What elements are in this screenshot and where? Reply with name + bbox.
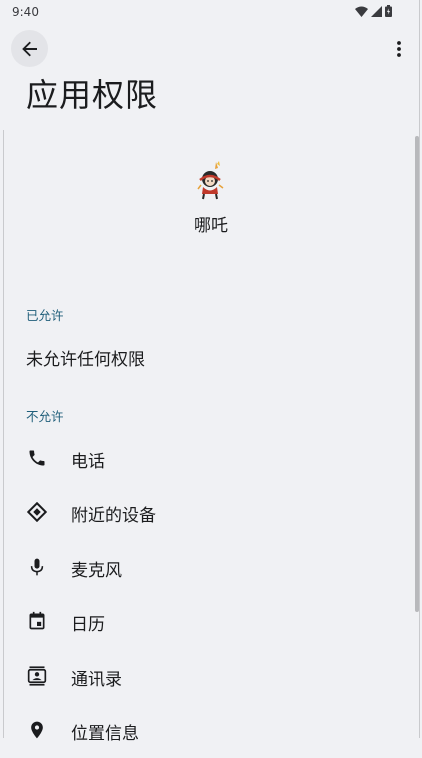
permission-label: 电话	[71, 452, 105, 472]
nearby-devices-icon	[26, 501, 48, 523]
phone-icon	[26, 447, 48, 469]
permission-label: 附近的设备	[71, 506, 156, 526]
permission-item-nearby-devices[interactable]: 附近的设备	[0, 486, 414, 540]
contacts-icon	[26, 665, 48, 687]
app-icon	[197, 161, 224, 200]
wifi-icon	[355, 6, 368, 17]
status-time: 9:40	[12, 5, 39, 19]
cell-signal-icon	[371, 5, 382, 17]
calendar-icon	[26, 610, 48, 632]
permission-item-microphone[interactable]: 麦克风	[0, 541, 414, 595]
permission-item-phone[interactable]: 电话	[0, 432, 414, 486]
status-bar: 9:40	[0, 0, 422, 24]
no-permissions-allowed-text: 未允许任何权限	[26, 350, 145, 370]
denied-section-header: 不允许	[26, 409, 64, 424]
panel-edge-right	[419, 0, 420, 738]
permission-label: 日历	[71, 615, 105, 635]
more-vert-icon	[397, 41, 401, 57]
permission-label: 位置信息	[71, 724, 139, 744]
back-button[interactable]	[11, 30, 48, 67]
permission-label: 通讯录	[71, 670, 122, 690]
app-name: 哪吒	[194, 216, 228, 236]
battery-icon	[385, 5, 392, 17]
app-bar	[0, 26, 422, 72]
permission-item-contacts[interactable]: 通讯录	[0, 650, 414, 704]
permission-item-calendar[interactable]: 日历	[0, 595, 414, 649]
arrow-back-icon	[21, 41, 37, 56]
page-title: 应用权限	[26, 76, 159, 114]
allowed-section-header: 已允许	[26, 308, 64, 323]
permission-item-location[interactable]: 位置信息	[0, 704, 414, 758]
permission-label: 麦克风	[71, 561, 122, 581]
more-options-button[interactable]	[388, 36, 410, 62]
status-icons	[355, 5, 392, 17]
microphone-icon	[26, 556, 48, 578]
scrollbar[interactable]	[415, 136, 419, 612]
